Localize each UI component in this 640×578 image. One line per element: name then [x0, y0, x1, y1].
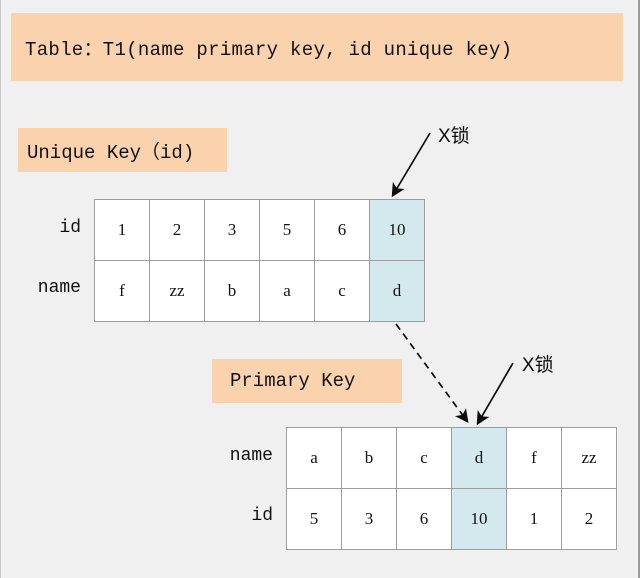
- table-cell: 1: [94, 199, 150, 261]
- unique-row-label-name: name: [37, 278, 81, 298]
- table-cell: 1: [506, 488, 562, 550]
- table-row: 5 3 6 10 1 2: [286, 488, 617, 550]
- primary-key-label: Primary Key: [212, 359, 402, 403]
- table-definition-text: Table：T1(name primary key, id unique key…: [25, 38, 513, 61]
- x-lock-annotation-unique: X锁: [438, 126, 470, 147]
- table-cell: f: [506, 427, 562, 489]
- table-cell: zz: [561, 427, 617, 489]
- table-definition-banner: Table：T1(name primary key, id unique key…: [11, 13, 623, 81]
- primary-index-table: a b c d f zz 5 3 6 10 1 2: [286, 427, 617, 550]
- table-row: a b c d f zz: [286, 427, 617, 489]
- table-cell: 3: [341, 488, 397, 550]
- table-cell: a: [286, 427, 342, 489]
- table-cell: f: [94, 260, 150, 322]
- table-cell: 3: [204, 199, 260, 261]
- table-cell: 5: [286, 488, 342, 550]
- table-cell: a: [259, 260, 315, 322]
- primary-key-label-text: Primary Key: [230, 370, 356, 392]
- table-cell: 2: [149, 199, 205, 261]
- table-cell: c: [396, 427, 452, 489]
- table-cell-locked: 10: [369, 199, 425, 261]
- table-cell: 5: [259, 199, 315, 261]
- table-cell-locked: d: [369, 260, 425, 322]
- table-cell-locked: d: [451, 427, 507, 489]
- table-row: f zz b a c d: [94, 260, 425, 322]
- x-lock-annotation-primary: X锁: [522, 355, 554, 376]
- table-row: 1 2 3 5 6 10: [94, 199, 425, 261]
- table-cell: 6: [314, 199, 370, 261]
- diagram-canvas: Table：T1(name primary key, id unique key…: [0, 0, 640, 578]
- x-lock-arrow-primary: [476, 362, 514, 426]
- primary-row-label-id: id: [251, 506, 273, 526]
- primary-row-label-name: name: [229, 446, 273, 466]
- table-cell: c: [314, 260, 370, 322]
- x-lock-arrow-unique: [391, 132, 431, 198]
- unique-key-label: Unique Key（id): [18, 128, 227, 172]
- unique-key-label-text: Unique Key（id): [27, 141, 195, 164]
- table-cell: 2: [561, 488, 617, 550]
- index-link-arrow: [395, 323, 469, 424]
- table-cell: b: [204, 260, 260, 322]
- unique-row-label-id: id: [59, 218, 81, 238]
- table-cell: b: [341, 427, 397, 489]
- table-cell-locked: 10: [451, 488, 507, 550]
- table-cell: 6: [396, 488, 452, 550]
- table-cell: zz: [149, 260, 205, 322]
- unique-index-table: 1 2 3 5 6 10 f zz b a c d: [94, 199, 425, 322]
